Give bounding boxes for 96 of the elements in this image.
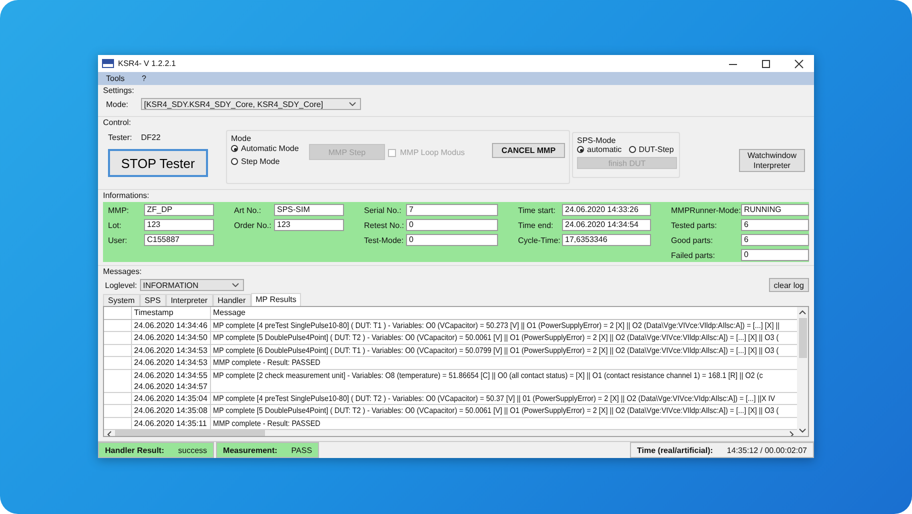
message-cell: MP complete [5 DoublePulse4Point] ( DUT: T2 ) - Variables: O0 (VCapacitor) = 50.0061 [V] || O1 (PowerSupplyError) = 2 [X] || O2 (Data\Vge:VIVce:VIldp:AIlsc:A]) = [...] [X] || O3 ( xyxy=(213,405,779,416)
radio-option[interactable]: automatic xyxy=(577,145,622,154)
field-label: Serial No.: xyxy=(364,206,402,214)
scroll-down-icon[interactable] xyxy=(799,428,806,433)
tester-label: Tester: xyxy=(108,133,132,142)
message-cell: MP complete [5 DoublePulse4Point] ( DUT: T2 ) - Variables: O0 (VCapacitor) = 50.0061 [V] || O1 (PowerSupplyError) = 2 [X] || O2 (Data\Vge:VIVce:VIldp:AIlsc:A]) = [...] [X] || O3 ( xyxy=(213,332,779,343)
group-title: SPS-Mode xyxy=(577,136,617,145)
info-field[interactable]: ZF_DP xyxy=(144,204,214,216)
field-label: Failed parts: xyxy=(671,250,716,260)
scroll-up-icon[interactable] xyxy=(799,310,806,315)
window-title: KSR4- V 1.2.2.1 xyxy=(118,59,176,68)
section-heading: Informations: xyxy=(103,191,150,201)
scroll-left-icon[interactable] xyxy=(107,430,112,436)
maximize-icon[interactable] xyxy=(761,58,771,68)
info-field[interactable]: RUNNING xyxy=(741,204,809,216)
chevron-down-icon xyxy=(349,102,356,106)
field-label: Time end: xyxy=(518,220,554,230)
status-label: Measurement: xyxy=(223,446,278,454)
timestamp-cell: 24.06.2020 14:34:55 xyxy=(134,370,208,380)
status-value: success xyxy=(178,446,208,454)
tab[interactable]: MP Results xyxy=(250,293,302,306)
vertical-scrollbar[interactable] xyxy=(797,307,808,436)
message-cell: MMP complete - Result: PASSED xyxy=(213,357,320,368)
info-field[interactable]: 6 xyxy=(741,219,809,231)
message-cell: MP complete [2 check measurement unit] - Variables: O8 (temperature) = 51.86654 [C] || O0 (all contact status) = [X] || O1 (contact resistance channel 1) = 168.1 [R] || O2 (c xyxy=(213,370,763,380)
cancel-mmp-button[interactable]: CANCEL MMP xyxy=(492,143,565,158)
field-label: MMPRunner-Mode: xyxy=(671,206,741,214)
field-label: Lot: xyxy=(108,220,122,230)
chevron-down-icon xyxy=(232,283,240,287)
field-label: Test-Mode: xyxy=(364,236,405,244)
radio-option[interactable]: Automatic Mode xyxy=(231,144,309,153)
field-label: Time start: xyxy=(518,206,556,214)
timestamp-cell: 24.06.2020 14:35:04 xyxy=(134,392,208,404)
field-label: Retest No.: xyxy=(364,220,406,230)
info-field[interactable]: 0 xyxy=(406,234,498,246)
section-heading: Messages: xyxy=(103,267,143,277)
column-header[interactable]: Timestamp xyxy=(132,307,211,318)
section-heading: Settings: xyxy=(103,86,136,96)
info-field[interactable]: SPS-SIM xyxy=(274,204,344,216)
timestamp-cell: 24.06.2020 14:34:50 xyxy=(134,332,208,343)
tab[interactable]: Handler xyxy=(212,294,251,306)
status-value: PASS xyxy=(291,446,312,454)
section-heading: Control: xyxy=(103,118,132,128)
status-label: Time (real/artificial): xyxy=(637,446,713,454)
scrollbar-thumb[interactable] xyxy=(115,430,265,436)
menu-item[interactable]: Tools xyxy=(106,74,125,83)
message-cell: MP complete [6 DoublePulse4Point] ( DUT: T1 ) - Variables: O0 (VCapacitor) = 50.0799 [V] || O1 (PowerSupplyError) = 2 [X] || O2 (Data\Vge:VIVce:VIldp:AIlsc:A]) = [...] [X] || O3 ( xyxy=(213,344,779,356)
info-field[interactable]: 24.06.2020 14:33:26 xyxy=(562,204,651,216)
tester-value: DF22 xyxy=(141,133,161,142)
field-label: User: xyxy=(108,236,128,244)
info-field[interactable]: 0 xyxy=(741,249,809,261)
menu-item[interactable]: ? xyxy=(142,74,146,83)
close-icon[interactable] xyxy=(794,58,804,68)
timestamp-cell: 24.06.2020 14:34:57 xyxy=(134,380,208,392)
timestamp-cell: 24.06.2020 14:35:11 xyxy=(134,418,207,428)
info-field[interactable]: 24.06.2020 14:34:54 xyxy=(562,219,651,231)
info-field[interactable]: 123 xyxy=(274,219,344,231)
timestamp-cell: 24.06.2020 14:34:53 xyxy=(134,357,208,368)
info-field[interactable]: 6 xyxy=(741,234,809,246)
stop-tester-button[interactable]: STOP Tester xyxy=(108,149,208,177)
app-logo-icon xyxy=(102,59,114,68)
clear-log-button[interactable]: clear log xyxy=(768,278,809,292)
field-label: Cycle-Time: xyxy=(518,236,562,244)
field-label: Art No.: xyxy=(234,206,262,214)
scrollbar-thumb[interactable] xyxy=(798,318,806,358)
status-value: 14:35:12 / 00.00:02:07 xyxy=(726,446,807,454)
loglevel-dropdown[interactable]: INFORMATION xyxy=(140,279,244,291)
radio-option[interactable]: DUT-Step xyxy=(628,145,674,154)
info-field[interactable]: 7 xyxy=(406,204,498,216)
timestamp-cell: 24.06.2020 14:35:08 xyxy=(134,405,208,416)
info-field[interactable]: 0 xyxy=(406,219,498,231)
loglevel-label: Loglevel: xyxy=(105,280,138,290)
timestamp-cell: 24.06.2020 14:34:53 xyxy=(134,344,208,356)
horizontal-scrollbar[interactable] xyxy=(104,430,797,436)
timestamp-cell: 24.06.2020 14:34:46 xyxy=(134,320,208,330)
info-field[interactable]: 123 xyxy=(144,219,214,231)
message-cell: MP complete [4 preTest SinglePulse10-80] ( DUT: T2 ) - Variables: O0 (VCapacitor) = 50.37 [V] || 01 (PowerSupplyError) = 2 [X] || O2 (Data\Vge:VIVce:VIdp:AIlsc:A]) = [...] ||X IV xyxy=(213,392,776,404)
tab[interactable]: SPS xyxy=(140,294,166,306)
tab[interactable]: Interpreter xyxy=(166,294,213,306)
field-label: Tested parts: xyxy=(671,220,718,230)
message-cell: MMP complete - Result: PASSED xyxy=(213,418,320,428)
message-cell: MP complete [4 preTest SinglePulse10-80] ( DUT: T1 ) - Variables: O0 (VCapacitor) = 50.273 [V] || O1 (PowerSupplyError) = 2 [X] || O2 (Data\Vge:VIVce:VIldp:AIlsc:A]) = [...] [X] || xyxy=(213,320,780,330)
info-field[interactable]: 17,6353346 xyxy=(562,234,651,246)
scroll-right-icon[interactable] xyxy=(789,430,794,436)
info-field[interactable]: C155887 xyxy=(144,234,214,246)
field-label: Order No.: xyxy=(234,220,272,230)
mode-label: Mode: xyxy=(106,100,130,108)
mode-dropdown[interactable]: [KSR4_SDY.KSR4_SDY_Core, KSR4_SDY_Core] xyxy=(141,98,361,110)
radio-option[interactable]: Step Mode xyxy=(231,157,309,166)
column-header[interactable]: Message xyxy=(211,307,797,318)
group-title: Mode xyxy=(231,134,252,143)
field-label: Good parts: xyxy=(671,236,714,244)
watchwindow-button[interactable]: Watchwindow Interpreter xyxy=(739,149,805,172)
field-label: MMP: xyxy=(108,206,130,214)
status-label: Handler Result: xyxy=(105,446,164,454)
tab[interactable]: System xyxy=(103,294,140,306)
